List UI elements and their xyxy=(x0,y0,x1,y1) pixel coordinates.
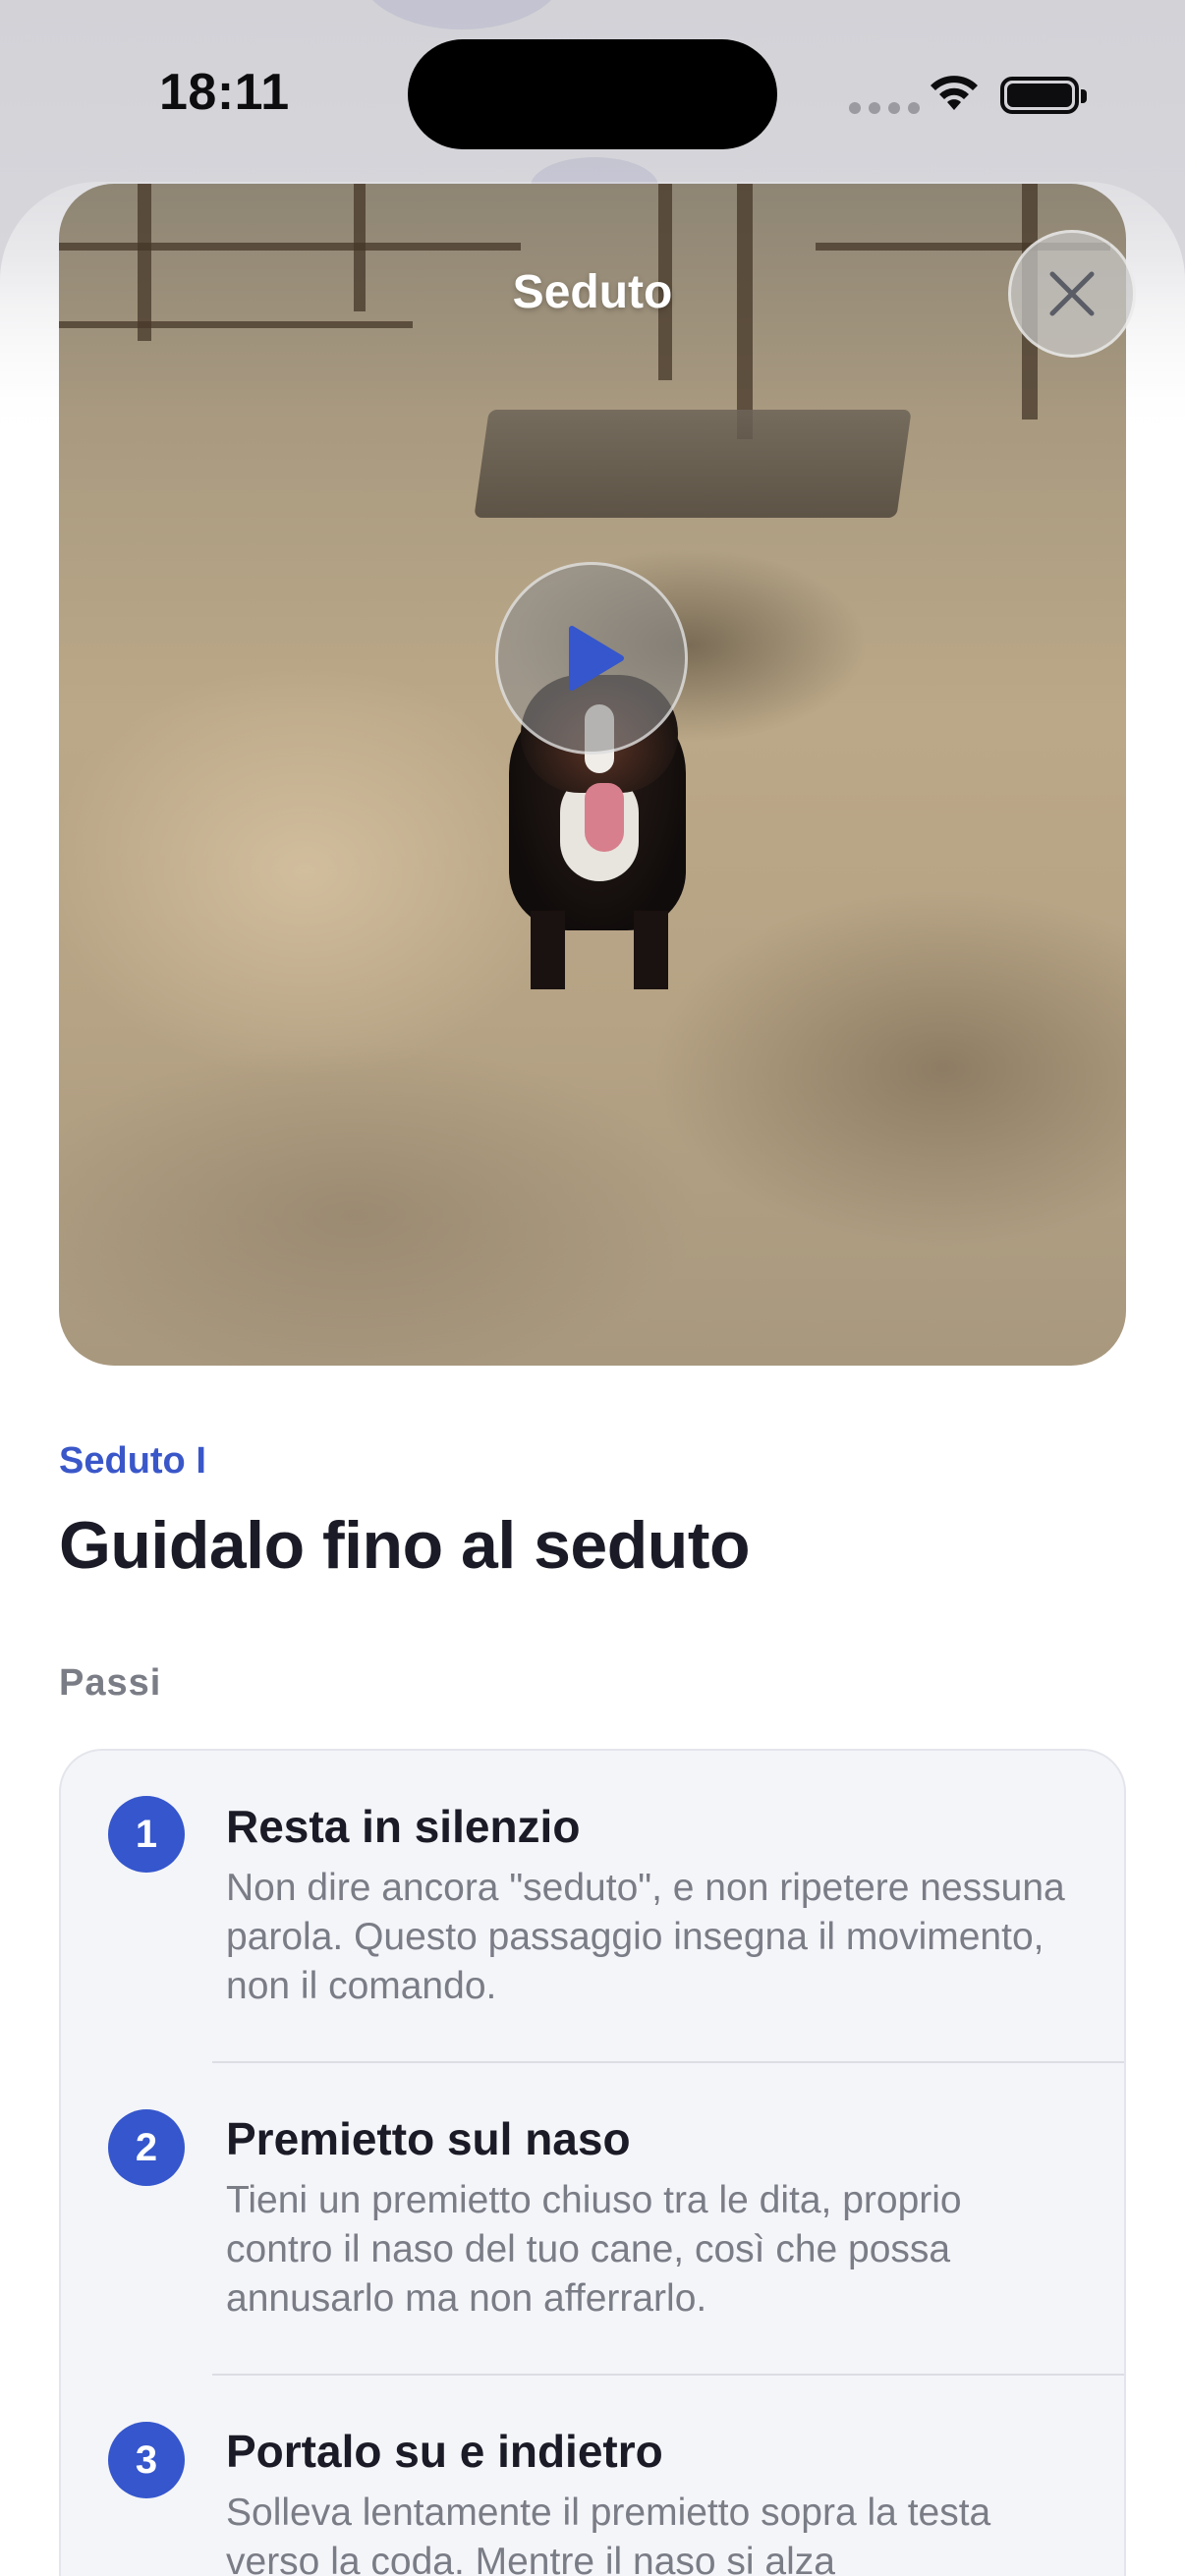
lesson-title: Guidalo fino al seduto xyxy=(59,1508,751,1583)
lesson-eyebrow: Seduto I xyxy=(59,1440,206,1482)
step-description: Non dire ancora "seduto", e non ripetere… xyxy=(226,1867,1065,2007)
battery-icon xyxy=(1000,77,1087,114)
close-icon xyxy=(1049,271,1095,316)
lesson-screen: 18:11 Seduto Seduto I Guidalo fino al se… xyxy=(0,0,1185,2576)
bench xyxy=(474,410,912,518)
steps-section-label: Passi xyxy=(59,1662,162,1704)
video-player[interactable] xyxy=(59,184,1126,1366)
step-number-badge: 2 xyxy=(108,2109,185,2186)
status-time: 18:11 xyxy=(159,64,290,121)
step-number-badge: 1 xyxy=(108,1796,185,1873)
step-description: Solleva lentamente il premietto sopra la… xyxy=(226,2492,991,2576)
step-item: 3 Portalo su e indietro Solleva lentamen… xyxy=(61,2376,1128,2576)
step-description: Tieni un premietto chiuso tra le dita, p… xyxy=(226,2179,962,2320)
close-button[interactable] xyxy=(1008,230,1136,358)
step-title: Premietto sul naso xyxy=(226,2113,631,2164)
signal-dots-icon xyxy=(849,102,920,114)
step-title: Resta in silenzio xyxy=(226,1801,581,1852)
step-item: 2 Premietto sul naso Tieni un premietto … xyxy=(61,2063,1128,2376)
step-item: 1 Resta in silenzio Non dire ancora "sed… xyxy=(61,1751,1128,2063)
wifi-icon xyxy=(931,76,978,110)
step-number-badge: 3 xyxy=(108,2422,185,2498)
play-icon xyxy=(569,626,624,691)
dynamic-island xyxy=(408,39,777,149)
step-title: Portalo su e indietro xyxy=(226,2426,663,2477)
play-button[interactable] xyxy=(495,562,688,755)
steps-card: 1 Resta in silenzio Non dire ancora "sed… xyxy=(59,1749,1126,2576)
